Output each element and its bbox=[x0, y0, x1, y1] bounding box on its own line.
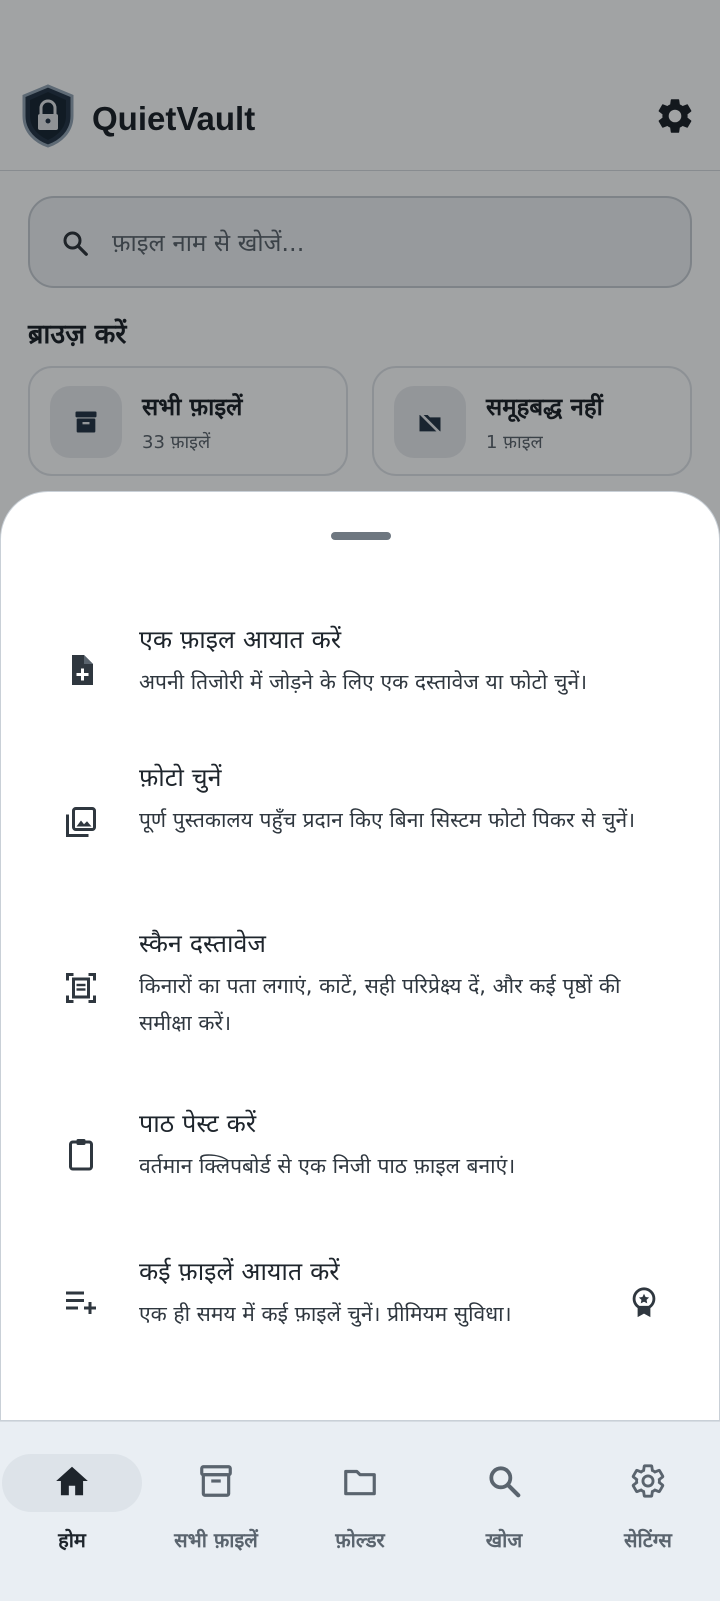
choose-photo-option[interactable]: फ़ोटो चुनें पूर्ण पुस्तकालय पहुँच प्रदान… bbox=[1, 760, 720, 890]
option-title: पाठ पेस्ट करें bbox=[139, 1109, 257, 1138]
option-title: एक फ़ाइल आयात करें bbox=[139, 625, 342, 654]
option-description: किनारों का पता लगाएं, काटें, सही परिप्रे… bbox=[139, 974, 621, 1035]
nav-label: सभी फ़ाइलें bbox=[174, 1528, 258, 1552]
home-icon bbox=[56, 1466, 88, 1496]
scan-document-option[interactable]: स्कैन दस्तावेज किनारों का पता लगाएं, काट… bbox=[1, 926, 720, 1056]
paste-text-option[interactable]: पाठ पेस्ट करें वर्तमान क्लिपबोर्ड से एक … bbox=[1, 1106, 720, 1202]
option-title: फ़ोटो चुनें bbox=[139, 763, 222, 792]
playlist-add-icon bbox=[66, 1291, 96, 1314]
clipboard-icon bbox=[69, 1139, 93, 1171]
import-multiple-option[interactable]: कई फ़ाइलें आयात करें एक ही समय में कई फ़… bbox=[1, 1254, 720, 1350]
option-description: एक ही समय में कई फ़ाइलें चुनें। प्रीमियम… bbox=[139, 1302, 512, 1326]
add-bottom-sheet: एक फ़ाइल आयात करें अपनी तिजोरी में जोड़न… bbox=[0, 491, 720, 1421]
import-file-option[interactable]: एक फ़ाइल आयात करें अपनी तिजोरी में जोड़न… bbox=[1, 622, 720, 718]
nav-search[interactable]: खोज bbox=[432, 1422, 576, 1601]
photo-library-icon bbox=[66, 807, 96, 837]
nav-label: फ़ोल्डर bbox=[335, 1528, 385, 1552]
option-description: वर्तमान क्लिपबोर्ड से एक निजी पाठ फ़ाइल … bbox=[139, 1154, 516, 1178]
option-description: पूर्ण पुस्तकालय पहुँच प्रदान किए बिना सि… bbox=[139, 808, 636, 832]
premium-badge-icon bbox=[632, 1287, 656, 1318]
option-title: स्कैन दस्तावेज bbox=[139, 929, 266, 958]
option-description: अपनी तिजोरी में जोड़ने के लिए एक दस्तावे… bbox=[139, 670, 588, 694]
sheet-drag-handle[interactable] bbox=[331, 532, 391, 540]
archive-icon bbox=[200, 1465, 232, 1497]
search-icon bbox=[489, 1466, 521, 1498]
nav-label: होम bbox=[58, 1528, 86, 1552]
nav-settings[interactable]: सेटिंग्स bbox=[576, 1422, 720, 1601]
nav-all-files[interactable]: सभी फ़ाइलें bbox=[144, 1422, 288, 1601]
document-scanner-icon bbox=[66, 973, 96, 1003]
folder-icon bbox=[344, 1469, 376, 1496]
nav-label: खोज bbox=[485, 1528, 523, 1552]
nav-label: सेटिंग्स bbox=[624, 1528, 672, 1552]
option-title: कई फ़ाइलें आयात करें bbox=[139, 1257, 340, 1286]
bottom-navigation-bar: होम सभी फ़ाइलें फ़ोल्डर खोज सेटिंग्स bbox=[0, 1421, 720, 1601]
file-add-icon bbox=[72, 655, 93, 685]
nav-home[interactable]: होम bbox=[0, 1422, 144, 1601]
settings-icon bbox=[631, 1464, 665, 1498]
nav-folders[interactable]: फ़ोल्डर bbox=[288, 1422, 432, 1601]
